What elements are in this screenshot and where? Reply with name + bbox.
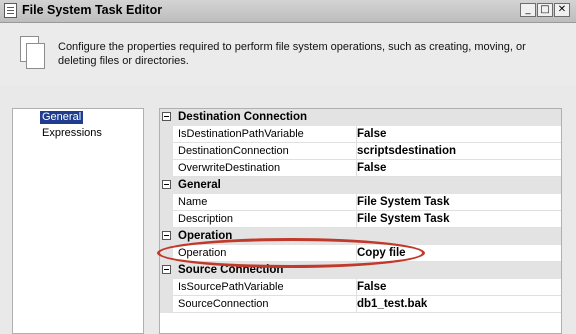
property-value[interactable]: scriptsdestination	[352, 143, 561, 160]
nav-panel: General Expressions	[12, 108, 144, 334]
title-bar[interactable]: File System Task Editor _ □ ✕	[0, 0, 576, 23]
window-title: File System Task Editor	[22, 3, 163, 17]
category-label: Source Connection	[178, 264, 284, 276]
property-name: Description	[173, 211, 357, 228]
property-value[interactable]: Copy file	[352, 245, 561, 262]
minimize-button[interactable]: _	[520, 3, 536, 17]
document-icon	[4, 3, 17, 18]
property-name: IsSourcePathVariable	[173, 279, 357, 296]
property-value[interactable]: db1_test.bak	[352, 296, 561, 313]
property-grid: Destination Connection IsDestinationPath…	[159, 108, 562, 334]
property-value[interactable]: File System Task	[352, 211, 561, 228]
category-label: Destination Connection	[178, 111, 308, 123]
property-name: SourceConnection	[173, 296, 357, 313]
property-name: OverwriteDestination	[173, 160, 357, 177]
category-general[interactable]: General	[160, 177, 561, 194]
property-row-operation[interactable]: Operation Copy file	[160, 245, 561, 262]
property-row-overwritedestination[interactable]: OverwriteDestination False	[160, 160, 561, 177]
property-value[interactable]: File System Task	[352, 194, 561, 211]
category-destination-connection[interactable]: Destination Connection	[160, 109, 561, 126]
property-value[interactable]: False	[352, 126, 561, 143]
category-label: General	[178, 179, 221, 191]
property-row-issourcepathvariable[interactable]: IsSourcePathVariable False	[160, 279, 561, 296]
property-name: DestinationConnection	[173, 143, 357, 160]
file-system-task-editor-window: File System Task Editor _ □ ✕ Configure …	[0, 0, 576, 334]
collapse-icon[interactable]	[162, 112, 171, 121]
header-description: Configure the properties required to per…	[58, 41, 526, 67]
category-operation[interactable]: Operation	[160, 228, 561, 245]
property-row-destinationconnection[interactable]: DestinationConnection scriptsdestination	[160, 143, 561, 160]
category-source-connection[interactable]: Source Connection	[160, 262, 561, 279]
property-name: Name	[173, 194, 357, 211]
property-value[interactable]: False	[352, 160, 561, 177]
property-row-name[interactable]: Name File System Task	[160, 194, 561, 211]
property-name: Operation	[173, 245, 357, 262]
maximize-button[interactable]: □	[537, 3, 553, 17]
property-row-sourceconnection[interactable]: SourceConnection db1_test.bak	[160, 296, 561, 313]
category-label: Operation	[178, 230, 233, 242]
property-row-description[interactable]: Description File System Task	[160, 211, 561, 228]
close-button[interactable]: ✕	[554, 3, 570, 17]
nav-item-expressions[interactable]: Expressions	[40, 127, 104, 140]
collapse-icon[interactable]	[162, 180, 171, 189]
property-row-isdestinationpathvariable[interactable]: IsDestinationPathVariable False	[160, 126, 561, 143]
property-name: IsDestinationPathVariable	[173, 126, 357, 143]
collapse-icon[interactable]	[162, 231, 171, 240]
nav-item-general[interactable]: General	[40, 111, 84, 124]
collapse-icon[interactable]	[162, 265, 171, 274]
documents-icon	[20, 36, 45, 69]
property-value[interactable]: False	[352, 279, 561, 296]
